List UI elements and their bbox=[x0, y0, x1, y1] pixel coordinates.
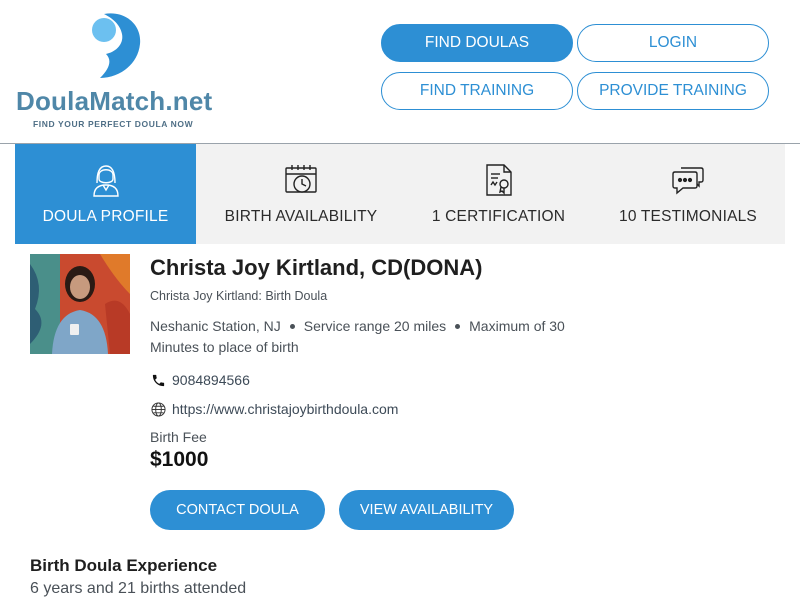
doula-icon bbox=[88, 162, 124, 198]
certificate-icon bbox=[481, 162, 517, 198]
tab-label: BIRTH AVAILABILITY bbox=[224, 208, 378, 225]
experience-title: Birth Doula Experience bbox=[30, 556, 218, 575]
provide-training-button[interactable]: PROVIDE TRAINING bbox=[577, 72, 769, 110]
find-doulas-button[interactable]: FIND DOULAS bbox=[381, 24, 573, 62]
site-header: DoulaMatch.net FIND YOUR PERFECT DOULA N… bbox=[0, 0, 800, 144]
website-link[interactable]: https://www.christajoybirthdoula.com bbox=[172, 401, 398, 417]
maximum-text: Maximum of 30 bbox=[469, 318, 565, 334]
tab-label: DOULA PROFILE bbox=[42, 208, 169, 225]
chat-bubbles-icon bbox=[670, 162, 706, 198]
birth-fee-value: $1000 bbox=[150, 448, 209, 471]
tab-label: 10 TESTIMONIALS bbox=[619, 208, 757, 225]
calendar-clock-icon bbox=[283, 162, 319, 198]
tab-birth-availability[interactable]: BIRTH AVAILABILITY bbox=[196, 144, 406, 244]
logo-word-match: Match bbox=[89, 86, 166, 116]
phone-number[interactable]: 9084894566 bbox=[172, 372, 250, 388]
tab-label: 1 CERTIFICATION bbox=[431, 208, 566, 225]
experience-text: 6 years and 21 births attended bbox=[30, 580, 247, 597]
website-row[interactable]: https://www.christajoybirthdoula.com bbox=[150, 401, 398, 417]
separator-dot bbox=[289, 323, 295, 329]
logo-word-net: .net bbox=[165, 86, 213, 116]
service-range-text: Service range 20 miles bbox=[303, 318, 447, 334]
phone-row[interactable]: 9084894566 bbox=[150, 372, 250, 388]
profile-tabs: DOULA PROFILE BIRTH AVAILABILITY 1 CERTI… bbox=[15, 144, 785, 244]
tab-doula-profile[interactable]: DOULA PROFILE bbox=[15, 144, 196, 244]
location-text: Neshanic Station, NJ bbox=[150, 318, 281, 334]
doula-photo bbox=[30, 254, 130, 354]
logo-wordmark[interactable]: DoulaMatch.net bbox=[16, 86, 212, 117]
tab-certification[interactable]: 1 CERTIFICATION bbox=[406, 144, 591, 244]
find-training-button[interactable]: FIND TRAINING bbox=[381, 72, 573, 110]
location-line: Neshanic Station, NJ Service range 20 mi… bbox=[150, 318, 565, 334]
maximum-text-continued: Minutes to place of birth bbox=[150, 339, 299, 355]
logo-word-doula: Doula bbox=[16, 86, 90, 116]
logo-tagline: FIND YOUR PERFECT DOULA NOW bbox=[33, 119, 194, 129]
tab-testimonials[interactable]: 10 TESTIMONIALS bbox=[591, 144, 785, 244]
contact-doula-button[interactable]: CONTACT DOULA bbox=[150, 490, 325, 530]
login-button[interactable]: LOGIN bbox=[577, 24, 769, 62]
doula-subtitle: Christa Joy Kirtland: Birth Doula bbox=[150, 289, 328, 303]
globe-icon bbox=[150, 401, 166, 417]
phone-icon bbox=[150, 372, 166, 388]
logo-mark-icon[interactable] bbox=[90, 12, 142, 80]
separator-dot bbox=[455, 323, 461, 329]
view-availability-button[interactable]: VIEW AVAILABILITY bbox=[339, 490, 514, 530]
birth-fee-label: Birth Fee bbox=[150, 429, 207, 445]
doula-name: Christa Joy Kirtland, CD(DONA) bbox=[150, 255, 483, 280]
